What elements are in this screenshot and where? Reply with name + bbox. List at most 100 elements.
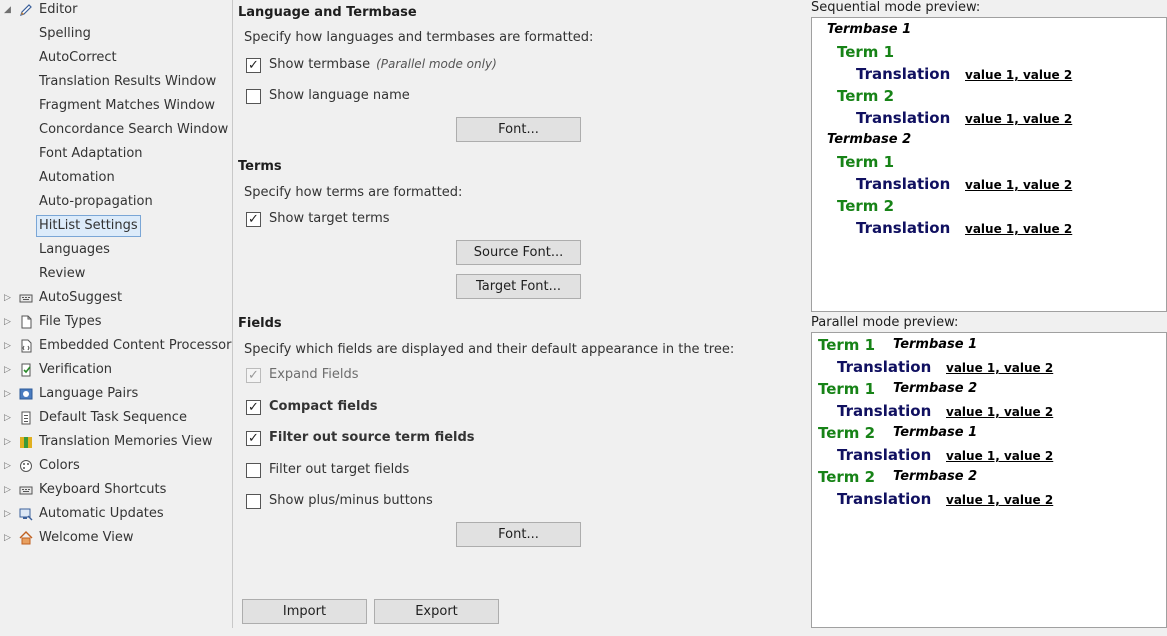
tree-item-embedded-content-processor[interactable]: ▷ Embedded Content Processor	[0, 334, 232, 358]
sequential-preview-box: Termbase 1 Term 1 Translation value 1, v…	[811, 17, 1167, 312]
language-termbase-description: Specify how languages and termbases are …	[244, 30, 594, 45]
compact-fields-checkbox[interactable]: ✓	[246, 400, 261, 415]
fields-description: Specify which fields are displayed and t…	[244, 342, 735, 357]
expanded-arrow-icon[interactable]: ◢	[4, 0, 14, 22]
fields-title: Fields	[238, 316, 282, 331]
preview-termbase: Termbase 2	[827, 132, 912, 147]
tree-item-label: Default Task Sequence	[39, 410, 187, 425]
tree-item-autocorrect[interactable]: AutoCorrect	[0, 46, 232, 70]
show-termbase-label: Show termbase	[269, 57, 371, 72]
tree-item-label: Review	[39, 266, 86, 281]
tree-item-label: Concordance Search Window	[39, 122, 229, 137]
preview-values: value 1, value 2	[965, 178, 1073, 192]
tree-item-languages[interactable]: Languages	[0, 238, 232, 262]
collapsed-arrow-icon[interactable]: ▷	[4, 478, 14, 502]
show-language-name-label: Show language name	[269, 88, 410, 103]
parallel-preview-box: Term 1 Termbase 1 Translation value 1, v…	[811, 332, 1167, 628]
tree-item-language-pairs[interactable]: ▷ Language Pairs	[0, 382, 232, 406]
collapsed-arrow-icon[interactable]: ▷	[4, 310, 14, 334]
tree-item-label: Colors	[39, 458, 80, 473]
filter-target-checkbox[interactable]	[246, 463, 261, 478]
tree-item-auto-propagation[interactable]: Auto-propagation	[0, 190, 232, 214]
tree-item-font-adaptation[interactable]: Font Adaptation	[0, 142, 232, 166]
filter-target-label: Filter out target fields	[269, 462, 410, 477]
preview-termbase: Termbase 2	[893, 469, 978, 484]
parallel-preview-label: Parallel mode preview:	[811, 315, 959, 330]
language-termbase-title: Language and Termbase	[238, 5, 417, 20]
show-termbase-checkbox[interactable]: ✓	[246, 58, 261, 73]
language-font-button[interactable]: Font...	[456, 117, 581, 142]
tree-item-translation-memories-view[interactable]: ▷ Translation Memories View	[0, 430, 232, 454]
filter-source-checkbox[interactable]: ✓	[246, 431, 261, 446]
tree-item-label: Fragment Matches Window	[39, 98, 216, 113]
tree-item-file-types[interactable]: ▷ File Types	[0, 310, 232, 334]
tree-item-verification[interactable]: ▷ Verification	[0, 358, 232, 382]
tree-item-automatic-updates[interactable]: ▷ Automatic Updates	[0, 502, 232, 526]
expand-fields-label: Expand Fields	[269, 367, 359, 382]
collapsed-arrow-icon[interactable]: ▷	[4, 382, 14, 406]
compact-fields-label: Compact fields	[269, 399, 378, 414]
preview-translation: Translation	[837, 446, 932, 464]
show-plus-minus-checkbox[interactable]	[246, 494, 261, 509]
tree-item-fragment-matches-window[interactable]: Fragment Matches Window	[0, 94, 232, 118]
import-button[interactable]: Import	[242, 599, 367, 624]
preview-termbase: Termbase 2	[893, 381, 978, 396]
target-font-button[interactable]: Target Font...	[456, 274, 581, 299]
fields-font-button[interactable]: Font...	[456, 522, 581, 547]
tree-item-concordance-search-window[interactable]: Concordance Search Window	[0, 118, 232, 142]
source-font-button[interactable]: Source Font...	[456, 240, 581, 265]
file-types-icon	[21, 315, 32, 329]
tree-item-label: Keyboard Shortcuts	[39, 482, 167, 497]
collapsed-arrow-icon[interactable]: ▷	[4, 334, 14, 358]
preview-values: value 1, value 2	[965, 112, 1073, 126]
tree-item-welcome-view[interactable]: ▷ Welcome View	[0, 526, 232, 550]
verification-icon	[21, 363, 31, 377]
collapsed-arrow-icon[interactable]: ▷	[4, 406, 14, 430]
preview-values: value 1, value 2	[965, 68, 1073, 82]
tree-item-hitlist-settings[interactable]: HitList Settings	[0, 214, 232, 238]
tree-item-label: HitList Settings	[36, 215, 141, 237]
tree-item-spelling[interactable]: Spelling	[0, 22, 232, 46]
collapsed-arrow-icon[interactable]: ▷	[4, 430, 14, 454]
tree-item-label: Verification	[39, 362, 113, 377]
export-button[interactable]: Export	[374, 599, 499, 624]
tree-item-label: Automation	[39, 170, 115, 185]
preview-values: value 1, value 2	[946, 361, 1054, 375]
tree-item-colors[interactable]: ▷ Colors	[0, 454, 232, 478]
preview-term: Term 2	[818, 468, 876, 486]
preview-term: Term 2	[837, 197, 895, 215]
collapsed-arrow-icon[interactable]: ▷	[4, 286, 14, 310]
preview-translation: Translation	[856, 109, 951, 127]
tree-item-editor[interactable]: ◢ Editor	[0, 0, 232, 22]
preview-translation: Translation	[856, 65, 951, 83]
task-sequence-icon	[21, 411, 31, 425]
filter-source-label: Filter out source term fields	[269, 430, 475, 445]
collapsed-arrow-icon[interactable]: ▷	[4, 358, 14, 382]
tree-item-label: File Types	[39, 314, 102, 329]
tree-item-label: Editor	[39, 2, 78, 17]
preview-translation: Translation	[856, 175, 951, 193]
tree-item-keyboard-shortcuts[interactable]: ▷ Keyboard Shortcuts	[0, 478, 232, 502]
tree-item-translation-results-window[interactable]: Translation Results Window	[0, 70, 232, 94]
tree-item-review[interactable]: Review	[0, 262, 232, 286]
show-target-terms-checkbox[interactable]: ✓	[246, 212, 261, 227]
updates-icon	[19, 508, 33, 521]
collapsed-arrow-icon[interactable]: ▷	[4, 454, 14, 478]
tree-item-default-task-sequence[interactable]: ▷ Default Task Sequence	[0, 406, 232, 430]
tree-item-label: Automatic Updates	[39, 506, 164, 521]
translation-memories-icon	[20, 437, 32, 448]
tree-item-label: AutoSuggest	[39, 290, 123, 305]
show-target-terms-label: Show target terms	[269, 211, 390, 226]
collapsed-arrow-icon[interactable]: ▷	[4, 502, 14, 526]
tree-item-label: AutoCorrect	[39, 50, 117, 65]
tree-item-label: Translation Memories View	[39, 434, 213, 449]
show-language-name-checkbox[interactable]	[246, 89, 261, 104]
tree-item-autosuggest[interactable]: ▷ AutoSuggest	[0, 286, 232, 310]
tree-item-label: Language Pairs	[39, 386, 139, 401]
preview-translation: Translation	[856, 219, 951, 237]
tree-item-label: Translation Results Window	[39, 74, 217, 89]
collapsed-arrow-icon[interactable]: ▷	[4, 526, 14, 550]
tree-item-automation[interactable]: Automation	[0, 166, 232, 190]
preview-values: value 1, value 2	[946, 449, 1054, 463]
preview-term: Term 1	[837, 153, 895, 171]
